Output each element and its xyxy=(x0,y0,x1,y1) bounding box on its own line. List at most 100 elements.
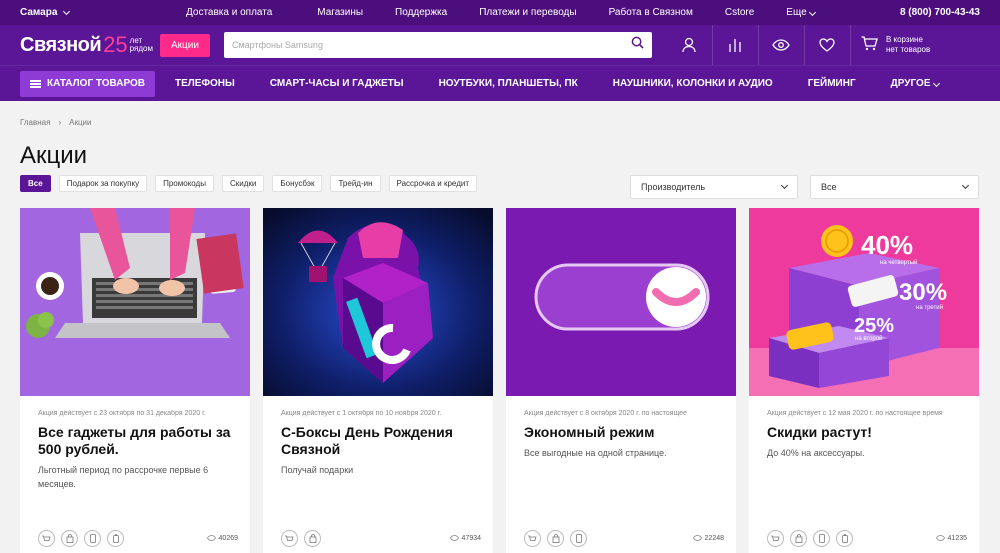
nav-item-audio[interactable]: НАУШНИКИ, КОЛОНКИ И АУДИО xyxy=(613,78,773,89)
logo-name: Связной xyxy=(20,33,102,56)
views-count: 41235 xyxy=(935,534,967,543)
views-value: 40269 xyxy=(218,535,238,542)
bag-icon xyxy=(61,530,78,547)
bag-icon xyxy=(304,530,321,547)
filter-installments[interactable]: Рассрочка и кредит xyxy=(388,175,477,192)
promo-image-discounts: 40% на четвертый 30% на третий 25% на вт… xyxy=(749,208,979,396)
cart-line-1: В корзине xyxy=(885,35,923,44)
filter-discounts[interactable]: Скидки xyxy=(221,175,265,192)
promo-footer: 40269 xyxy=(38,530,238,547)
manufacturer-select[interactable]: Производитель xyxy=(630,175,798,199)
promo-title[interactable]: С-Боксы День Рождения Связной xyxy=(281,424,479,458)
top-link-delivery[interactable]: Доставка и оплата xyxy=(186,7,272,18)
promo-footer: 41235 xyxy=(767,530,967,547)
top-link-stores[interactable]: Магазины xyxy=(317,7,363,18)
promo-feature-icons xyxy=(767,530,936,547)
scope-select-value: Все xyxy=(821,182,837,192)
eye-icon xyxy=(692,534,702,543)
filter-all[interactable]: Все xyxy=(20,175,51,192)
search-box xyxy=(223,32,652,58)
heart-icon[interactable] xyxy=(803,25,850,65)
menu-icon xyxy=(30,79,41,88)
promo-date: Акция действует с 12 мая 2020 г. по наст… xyxy=(767,410,943,417)
promo-feature-icons xyxy=(281,530,450,547)
cart-icon xyxy=(38,530,55,547)
phone-number[interactable]: 8 (800) 700-43-43 xyxy=(900,7,980,18)
main-nav: КАТАЛОГ ТОВАРОВ ТЕЛЕФОНЫ СМАРТ-ЧАСЫ И ГА… xyxy=(0,65,1000,101)
promo-card[interactable]: Акция действует с 8 октября 2020 г. по н… xyxy=(506,208,736,553)
promo-card[interactable]: Акция действует с 1 октября по 10 ноября… xyxy=(263,208,493,553)
badge-40: 40% xyxy=(861,230,913,260)
promo-title[interactable]: Скидки растут! xyxy=(767,424,965,441)
breadcrumb-home[interactable]: Главная xyxy=(20,118,50,127)
filter-tradein[interactable]: Трейд-ин xyxy=(330,175,381,192)
logo[interactable]: Связной 25 лет рядом xyxy=(20,32,160,58)
cart-icon xyxy=(281,530,298,547)
top-bar: Самара Доставка и оплата Магазины Поддер… xyxy=(0,0,1000,25)
promo-date: Акция действует с 1 октября по 10 ноября… xyxy=(281,410,442,417)
cart[interactable]: В корзине нет товаров xyxy=(849,25,931,65)
badge-25-sub: на второй xyxy=(855,335,882,342)
promo-cards: Акция действует с 23 октября по 31 декаб… xyxy=(20,208,979,553)
nav-item-other[interactable]: ДРУГОЕ xyxy=(890,78,940,89)
search-icon[interactable] xyxy=(631,36,644,54)
nav-item-phones[interactable]: ТЕЛЕФОНЫ xyxy=(175,78,235,89)
header-icons: В корзине нет товаров xyxy=(666,25,930,65)
promo-feature-icons xyxy=(524,530,693,547)
nav-item-gaming[interactable]: ГЕЙМИНГ xyxy=(808,78,856,89)
nav-item-laptops[interactable]: НОУТБУКИ, ПЛАНШЕТЫ, ПК xyxy=(439,78,578,89)
views-value: 41235 xyxy=(947,535,967,542)
compare-icon[interactable] xyxy=(711,25,758,65)
promo-title[interactable]: Все гаджеты для работы за 500 рублей. xyxy=(38,424,236,458)
filter-gift[interactable]: Подарок за покупку xyxy=(58,175,148,192)
views-value: 47934 xyxy=(461,535,481,542)
phone-icon xyxy=(84,530,101,547)
cart-icon xyxy=(767,530,784,547)
top-link-support[interactable]: Поддержка xyxy=(395,7,447,18)
city-selector[interactable]: Самара xyxy=(20,7,186,18)
catalog-label: КАТАЛОГ ТОВАРОВ xyxy=(47,78,146,89)
promo-description: Льготный период по рассрочке первые 6 ме… xyxy=(38,465,209,489)
promo-footer: 22248 xyxy=(524,530,724,547)
promo-date: Акция действует с 8 октября 2020 г. по н… xyxy=(524,410,687,417)
promo-card[interactable]: Акция действует с 23 октября по 31 декаб… xyxy=(20,208,250,553)
top-link-payments[interactable]: Платежи и переводы xyxy=(479,7,576,18)
promo-image-toggle xyxy=(506,208,736,396)
scope-select[interactable]: Все xyxy=(810,175,979,199)
logo-sub: лет рядом xyxy=(130,37,153,53)
bag-icon xyxy=(790,530,807,547)
badge-30: 30% xyxy=(899,279,947,306)
case-icon xyxy=(107,530,124,547)
badge-25: 25% xyxy=(854,315,894,337)
breadcrumb-separator-icon: › xyxy=(58,118,62,127)
header: Связной 25 летрядом Акции В корзиненет т… xyxy=(0,25,1000,65)
chevron-down-icon xyxy=(808,8,816,17)
breadcrumb-current: Акции xyxy=(69,118,92,127)
promo-title[interactable]: Экономный режим xyxy=(524,424,722,441)
promo-card[interactable]: 40% на четвертый 30% на третий 25% на вт… xyxy=(749,208,979,553)
top-link-cstore[interactable]: Cstore xyxy=(725,7,754,18)
cart-line-2: нет товаров xyxy=(885,45,931,54)
user-icon[interactable] xyxy=(666,25,712,65)
nav-item-other-label: ДРУГОЕ xyxy=(890,78,931,89)
top-link-more[interactable]: Еще xyxy=(786,7,816,18)
filter-chips: Все Подарок за покупку Промокоды Скидки … xyxy=(20,175,477,192)
cart-icon xyxy=(861,36,878,54)
breadcrumb: Главная › Акции xyxy=(20,118,91,127)
promo-button[interactable]: Акции xyxy=(160,33,210,57)
catalog-button[interactable]: КАТАЛОГ ТОВАРОВ xyxy=(20,70,156,97)
chevron-down-icon xyxy=(961,181,970,190)
promo-description: Получай подарки xyxy=(281,465,354,475)
search-input[interactable] xyxy=(231,40,631,50)
top-link-jobs[interactable]: Работа в Связном xyxy=(609,7,693,18)
filter-bonusback[interactable]: Бонусбэк xyxy=(272,175,323,192)
promo-description: До 40% на аксессуары. xyxy=(767,448,865,458)
chevron-down-icon xyxy=(63,7,71,15)
filter-promocodes[interactable]: Промокоды xyxy=(155,175,214,192)
views-value: 22248 xyxy=(704,535,724,542)
nav-item-smartwatches[interactable]: СМАРТ-ЧАСЫ И ГАДЖЕТЫ xyxy=(270,78,404,89)
case-icon xyxy=(836,530,853,547)
eye-icon[interactable] xyxy=(757,25,804,65)
phone-icon xyxy=(813,530,830,547)
page-title: Акции xyxy=(20,142,88,169)
